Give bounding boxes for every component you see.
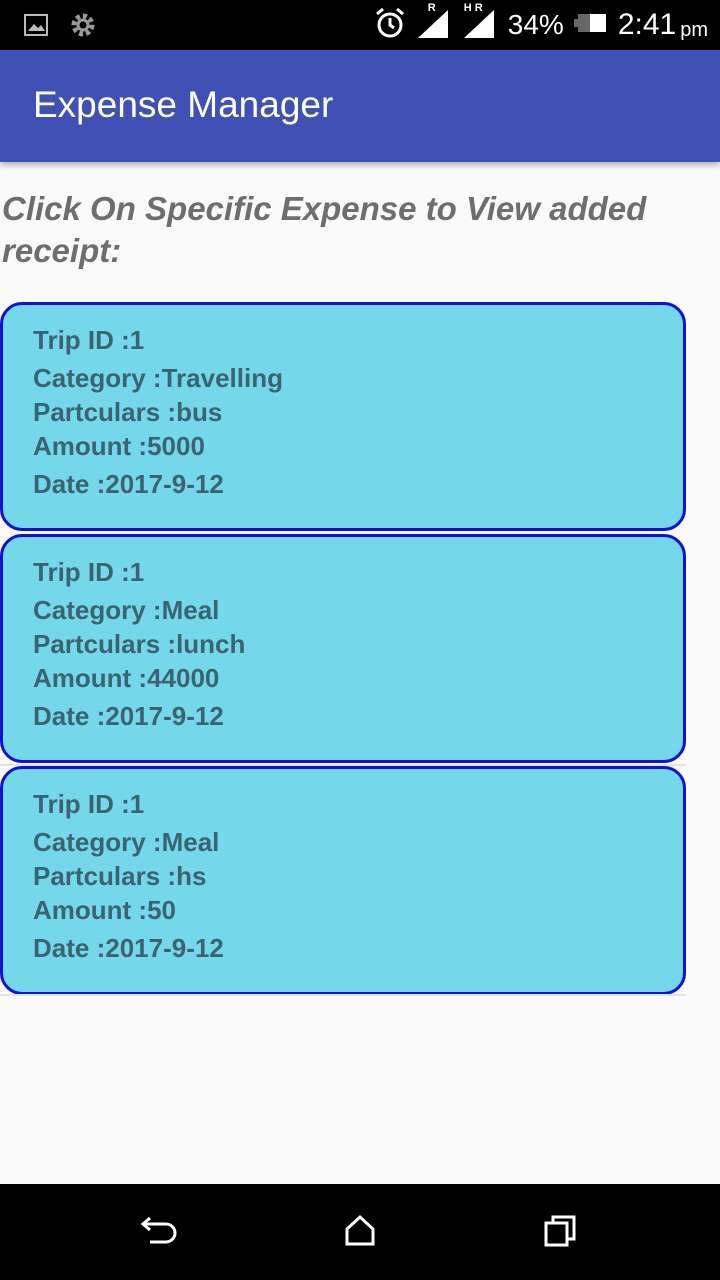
signal-label: H R — [463, 1, 483, 14]
category-text: Category :Meal — [33, 595, 220, 625]
status-bar-right: R H R 34% 2:41 pm — [374, 0, 708, 50]
particulars-text: Partculars :bus — [33, 397, 223, 427]
clock-ampm: pm — [680, 18, 708, 41]
trip-id-text: Trip ID :1 — [33, 557, 145, 587]
alarm-icon — [374, 7, 406, 44]
battery-icon — [573, 12, 608, 39]
particulars-text: Partculars :hs — [33, 861, 207, 891]
category-text: Category :Meal — [33, 827, 220, 857]
image-notification-icon — [24, 14, 48, 41]
instruction-text: Click On Specific Expense to View added … — [2, 190, 647, 269]
home-button[interactable] — [335, 1208, 385, 1258]
amount-text: Amount :44000 — [33, 663, 220, 693]
navigation-bar — [0, 1184, 720, 1280]
trip-id-text: Trip ID :1 — [33, 789, 145, 819]
expense-card[interactable]: Trip ID :1 Category :Meal Partculars :hs… — [0, 766, 686, 995]
settings-notification-icon — [68, 10, 98, 45]
trip-id-text: Trip ID :1 — [33, 325, 145, 355]
date-text: Date :2017-9-12 — [33, 933, 224, 963]
status-bar-left — [24, 10, 98, 45]
app-bar: Expense Manager — [0, 50, 720, 162]
back-icon — [140, 1214, 180, 1253]
date-text: Date :2017-9-12 — [33, 469, 224, 499]
signal-icon: R — [416, 2, 452, 45]
recents-button[interactable] — [535, 1208, 585, 1258]
app-title: Expense Manager — [33, 84, 334, 125]
date-text: Date :2017-9-12 — [33, 701, 224, 731]
expense-card[interactable]: Trip ID :1 Category :Meal Partculars :lu… — [0, 534, 686, 763]
amount-text: Amount :50 — [33, 895, 176, 925]
particulars-text: Partculars :lunch — [33, 629, 246, 659]
home-icon — [343, 1214, 377, 1253]
battery-percent: 34% — [507, 9, 564, 40]
category-text: Category :Travelling — [33, 363, 283, 393]
expense-list: Trip ID :1 Category :Travelling Partcula… — [0, 302, 686, 998]
status-bar: R H R 34% 2:41 pm — [0, 0, 720, 50]
back-button[interactable] — [135, 1208, 185, 1258]
clock-time: 2:41 — [617, 8, 677, 41]
signal-icon: H R — [462, 2, 498, 45]
amount-text: Amount :5000 — [33, 431, 205, 461]
recents-icon — [543, 1214, 577, 1253]
list-divider — [0, 994, 686, 996]
expense-card[interactable]: Trip ID :1 Category :Travelling Partcula… — [0, 302, 686, 531]
signal-label: R — [427, 1, 436, 14]
